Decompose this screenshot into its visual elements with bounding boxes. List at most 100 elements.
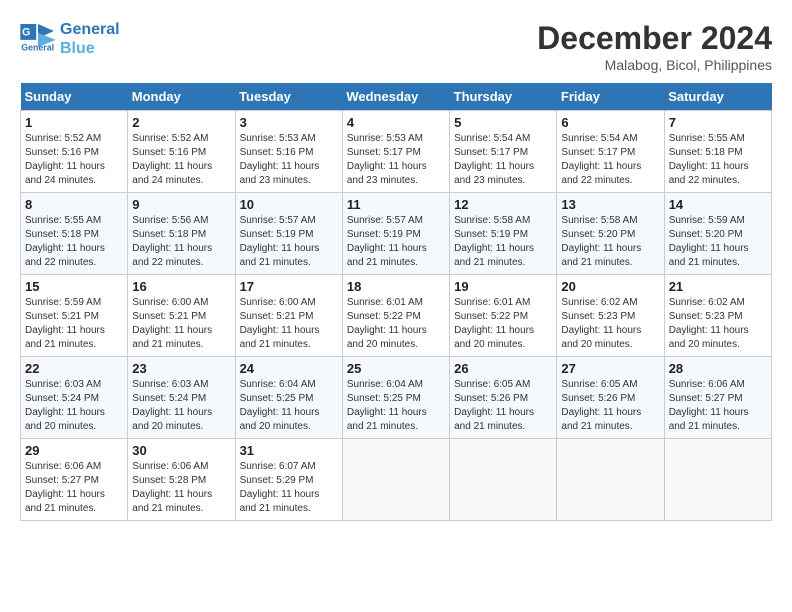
day-info: Sunrise: 6:06 AM Sunset: 5:28 PM Dayligh… <box>132 460 230 516</box>
day-info: Sunrise: 5:54 AM Sunset: 5:17 PM Dayligh… <box>454 132 552 188</box>
week-row-2: 8Sunrise: 5:55 AM Sunset: 5:18 PM Daylig… <box>21 193 772 275</box>
day-info: Sunrise: 5:52 AM Sunset: 5:16 PM Dayligh… <box>25 132 123 188</box>
day-info: Sunrise: 6:04 AM Sunset: 5:25 PM Dayligh… <box>240 378 338 434</box>
day-number: 5 <box>454 115 552 130</box>
day-number: 4 <box>347 115 445 130</box>
header-monday: Monday <box>128 83 235 111</box>
calendar-cell: 23Sunrise: 6:03 AM Sunset: 5:24 PM Dayli… <box>128 357 235 439</box>
day-info: Sunrise: 5:57 AM Sunset: 5:19 PM Dayligh… <box>240 214 338 270</box>
calendar-cell: 8Sunrise: 5:55 AM Sunset: 5:18 PM Daylig… <box>21 193 128 275</box>
day-info: Sunrise: 5:55 AM Sunset: 5:18 PM Dayligh… <box>669 132 767 188</box>
calendar-cell: 30 Sunrise: 6:06 AM Sunset: 5:28 PM Dayli… <box>128 439 235 521</box>
calendar-body: 1 Sunrise: 5:52 AM Sunset: 5:16 PM Daylig… <box>21 111 772 521</box>
logo-line2: Blue <box>60 39 120 58</box>
day-number: 24 <box>240 361 338 376</box>
day-info: Sunrise: 5:58 AM Sunset: 5:19 PM Dayligh… <box>454 214 552 270</box>
day-number: 17 <box>240 279 338 294</box>
day-number: 21 <box>669 279 767 294</box>
calendar-cell: 21 Sunrise: 6:02 AM Sunset: 5:23 PM Dayli… <box>664 275 771 357</box>
calendar-cell: 11 Sunrise: 5:57 AM Sunset: 5:19 PM Dayli… <box>342 193 449 275</box>
header-saturday: Saturday <box>664 83 771 111</box>
header-tuesday: Tuesday <box>235 83 342 111</box>
day-info: Sunrise: 6:03 AM Sunset: 5:24 PM Dayligh… <box>25 378 123 434</box>
calendar-cell: 24 Sunrise: 6:04 AM Sunset: 5:25 PM Dayli… <box>235 357 342 439</box>
day-number: 3 <box>240 115 338 130</box>
day-info: Sunrise: 5:57 AM Sunset: 5:19 PM Dayligh… <box>347 214 445 270</box>
calendar-cell: 25Sunrise: 6:04 AM Sunset: 5:25 PM Dayli… <box>342 357 449 439</box>
day-number: 16 <box>132 279 230 294</box>
day-number: 27 <box>561 361 659 376</box>
day-info: Sunrise: 5:54 AM Sunset: 5:17 PM Dayligh… <box>561 132 659 188</box>
day-number: 12 <box>454 197 552 212</box>
calendar-header-row: SundayMondayTuesdayWednesdayThursdayFrid… <box>21 83 772 111</box>
day-info: Sunrise: 6:06 AM Sunset: 5:27 PM Dayligh… <box>25 460 123 516</box>
week-row-1: 1 Sunrise: 5:52 AM Sunset: 5:16 PM Daylig… <box>21 111 772 193</box>
calendar-cell: 6 Sunrise: 5:54 AM Sunset: 5:17 PM Daylig… <box>557 111 664 193</box>
calendar-cell: 27 Sunrise: 6:05 AM Sunset: 5:26 PM Dayli… <box>557 357 664 439</box>
day-info: Sunrise: 6:01 AM Sunset: 5:22 PM Dayligh… <box>347 296 445 352</box>
day-number: 9 <box>132 197 230 212</box>
day-number: 29 <box>25 443 123 458</box>
calendar-cell: 3 Sunrise: 5:53 AM Sunset: 5:16 PM Daylig… <box>235 111 342 193</box>
calendar-cell: 28Sunrise: 6:06 AM Sunset: 5:27 PM Dayli… <box>664 357 771 439</box>
day-info: Sunrise: 6:05 AM Sunset: 5:26 PM Dayligh… <box>454 378 552 434</box>
calendar-cell: 9Sunrise: 5:56 AM Sunset: 5:18 PM Daylig… <box>128 193 235 275</box>
day-info: Sunrise: 5:59 AM Sunset: 5:21 PM Dayligh… <box>25 296 123 352</box>
calendar-cell: 10Sunrise: 5:57 AM Sunset: 5:19 PM Dayli… <box>235 193 342 275</box>
calendar-cell: 18 Sunrise: 6:01 AM Sunset: 5:22 PM Dayli… <box>342 275 449 357</box>
calendar-cell: 17 Sunrise: 6:00 AM Sunset: 5:21 PM Dayli… <box>235 275 342 357</box>
day-info: Sunrise: 5:53 AM Sunset: 5:17 PM Dayligh… <box>347 132 445 188</box>
day-number: 19 <box>454 279 552 294</box>
day-number: 28 <box>669 361 767 376</box>
week-row-3: 15 Sunrise: 5:59 AM Sunset: 5:21 PM Dayli… <box>21 275 772 357</box>
day-number: 15 <box>25 279 123 294</box>
header-sunday: Sunday <box>21 83 128 111</box>
calendar-cell: 15 Sunrise: 5:59 AM Sunset: 5:21 PM Dayli… <box>21 275 128 357</box>
day-info: Sunrise: 5:55 AM Sunset: 5:18 PM Dayligh… <box>25 214 123 270</box>
title-block: December 2024 Malabog, Bicol, Philippine… <box>537 20 772 73</box>
day-number: 11 <box>347 197 445 212</box>
header-wednesday: Wednesday <box>342 83 449 111</box>
day-info: Sunrise: 6:05 AM Sunset: 5:26 PM Dayligh… <box>561 378 659 434</box>
calendar-cell <box>342 439 449 521</box>
calendar-cell: 22 Sunrise: 6:03 AM Sunset: 5:24 PM Dayli… <box>21 357 128 439</box>
logo-icon: G General Blue <box>20 24 56 54</box>
calendar-cell: 19 Sunrise: 6:01 AM Sunset: 5:22 PM Dayli… <box>450 275 557 357</box>
calendar-cell: 13Sunrise: 5:58 AM Sunset: 5:20 PM Dayli… <box>557 193 664 275</box>
calendar-cell: 4 Sunrise: 5:53 AM Sunset: 5:17 PM Daylig… <box>342 111 449 193</box>
day-info: Sunrise: 6:07 AM Sunset: 5:29 PM Dayligh… <box>240 460 338 516</box>
calendar-cell: 2 Sunrise: 5:52 AM Sunset: 5:16 PM Daylig… <box>128 111 235 193</box>
calendar-cell: 7Sunrise: 5:55 AM Sunset: 5:18 PM Daylig… <box>664 111 771 193</box>
week-row-5: 29 Sunrise: 6:06 AM Sunset: 5:27 PM Dayli… <box>21 439 772 521</box>
calendar-cell <box>450 439 557 521</box>
calendar-table: SundayMondayTuesdayWednesdayThursdayFrid… <box>20 83 772 521</box>
day-number: 31 <box>240 443 338 458</box>
day-number: 30 <box>132 443 230 458</box>
calendar-cell: 14Sunrise: 5:59 AM Sunset: 5:20 PM Dayli… <box>664 193 771 275</box>
calendar-cell: 20Sunrise: 6:02 AM Sunset: 5:23 PM Dayli… <box>557 275 664 357</box>
day-info: Sunrise: 6:03 AM Sunset: 5:24 PM Dayligh… <box>132 378 230 434</box>
day-info: Sunrise: 6:00 AM Sunset: 5:21 PM Dayligh… <box>240 296 338 352</box>
month-title: December 2024 <box>537 20 772 57</box>
header-thursday: Thursday <box>450 83 557 111</box>
day-number: 1 <box>25 115 123 130</box>
day-info: Sunrise: 6:01 AM Sunset: 5:22 PM Dayligh… <box>454 296 552 352</box>
calendar-cell: 29 Sunrise: 6:06 AM Sunset: 5:27 PM Dayli… <box>21 439 128 521</box>
day-number: 26 <box>454 361 552 376</box>
day-number: 13 <box>561 197 659 212</box>
day-number: 6 <box>561 115 659 130</box>
day-number: 2 <box>132 115 230 130</box>
day-number: 18 <box>347 279 445 294</box>
logo-line1: General <box>60 20 120 39</box>
day-info: Sunrise: 5:52 AM Sunset: 5:16 PM Dayligh… <box>132 132 230 188</box>
day-info: Sunrise: 6:00 AM Sunset: 5:21 PM Dayligh… <box>132 296 230 352</box>
calendar-cell <box>557 439 664 521</box>
day-number: 22 <box>25 361 123 376</box>
day-info: Sunrise: 5:53 AM Sunset: 5:16 PM Dayligh… <box>240 132 338 188</box>
day-info: Sunrise: 6:02 AM Sunset: 5:23 PM Dayligh… <box>669 296 767 352</box>
svg-text:G: G <box>22 27 30 39</box>
calendar-cell: 5 Sunrise: 5:54 AM Sunset: 5:17 PM Daylig… <box>450 111 557 193</box>
svg-text:Blue: Blue <box>21 53 40 54</box>
day-info: Sunrise: 5:59 AM Sunset: 5:20 PM Dayligh… <box>669 214 767 270</box>
logo: G General Blue General Blue <box>20 20 120 58</box>
